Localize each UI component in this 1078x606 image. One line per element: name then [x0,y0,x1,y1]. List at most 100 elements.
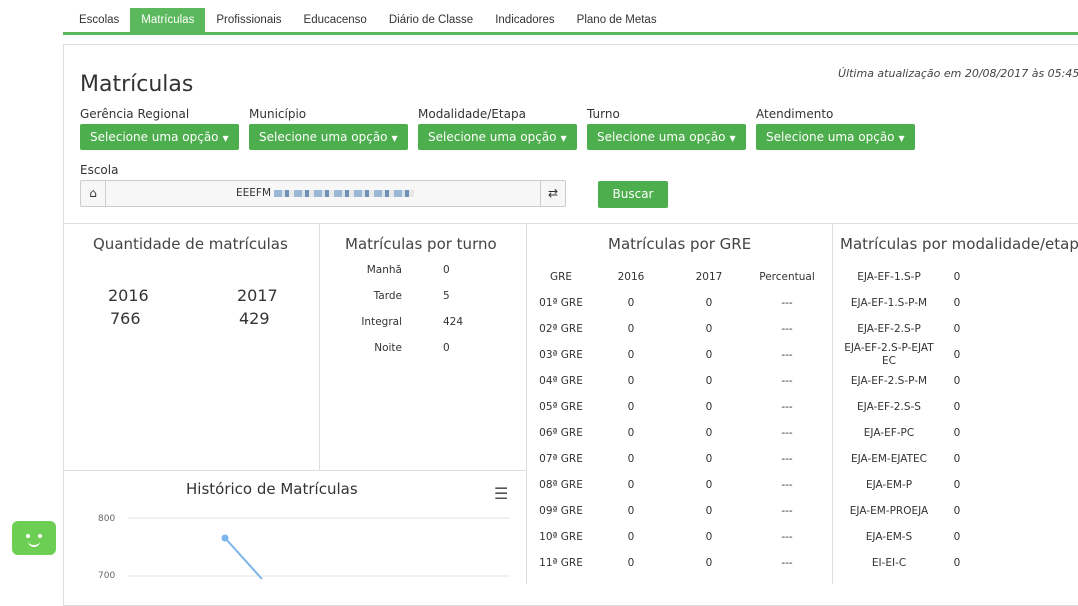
data-point[interactable] [221,534,229,542]
column-header: 2017 [695,271,723,283]
table-cell: 0 [627,453,635,465]
modalidade-name: EJA-EF-2.S-P-M [850,374,928,387]
column-divider [832,224,833,584]
bot-smile [28,539,40,547]
table-cell: 0 [627,297,635,309]
bot-eye [38,534,42,538]
modalidade-value: 0 [953,323,961,335]
table-cell: --- [781,505,793,517]
bot-eye [26,534,30,538]
list-item: EJA-EF-1.S-P 0 [836,264,972,290]
table-cell: --- [781,349,793,361]
list-item: EI-EI-C 0 [836,550,972,576]
list-item: EJA-EM-PROEJA 0 [836,498,972,524]
table-cell: 05ª GRE [539,401,583,413]
modalidade-value: 0 [953,427,961,439]
column-header: 2016 [617,271,645,283]
chat-bot-icon[interactable] [12,521,56,555]
table-cell: 07ª GRE [539,453,583,465]
table-cell: 0 [705,401,713,413]
table-cell: 0 [627,557,635,569]
gre-title: Matrículas por GRE [608,235,752,253]
table-row: 06ª GRE 0 0 --- [530,420,826,446]
table-row: 11ª GRE 0 0 --- [530,550,826,576]
atendimento-dropdown[interactable]: Selecione uma opção ▼ [756,124,915,150]
modalidade-name: EJA-EF-2.S-P-EJATEC [844,342,934,367]
table-cell: 0 [627,479,635,491]
table-cell: 0 [705,453,713,465]
modalidade-name: EJA-EF-PC [863,426,915,439]
caret-down-icon: ▼ [729,134,736,143]
table-cell: 01ª GRE [539,297,583,309]
modalidade-list: EJA-EF-1.S-P 0 EJA-EF-1.S-P-M 0 EJA-EF-2.S-P… [836,264,972,576]
table-row: 09ª GRE 0 0 --- [530,498,826,524]
modalidade-name: EJA-EF-2.S-P [857,322,921,335]
list-item: EJA-EM-EJATEC 0 [836,446,972,472]
table-cell: 0 [627,401,635,413]
caret-down-icon: ▼ [560,134,567,143]
series-line [224,537,263,579]
table-cell: 0 [705,505,713,517]
table-row: 04ª GRE 0 0 --- [530,368,826,394]
tab-plano-de-metas[interactable]: Plano de Metas [566,8,668,32]
modalidade-value: 0 [953,453,961,465]
table-cell: 0 [705,531,713,543]
table-cell: 0 [705,479,713,491]
table-cell: --- [781,531,793,543]
table-row: 02ª GRE 0 0 --- [530,316,826,342]
caret-down-icon: ▼ [898,134,905,143]
modalidade-value: 0 [953,479,961,491]
table-cell: 0 [705,349,713,361]
modalidade-value: 0 [953,271,961,283]
table-cell: --- [781,375,793,387]
table-cell: 0 [705,323,713,335]
list-item: EJA-EF-2.S-P-M 0 [836,368,972,394]
turno-label: Turno [587,107,620,121]
modalidade-value: 0 [953,375,961,387]
modalidade-name: EJA-EM-S [865,530,913,543]
modalidade-value: 0 [953,297,961,309]
modalidade-value: 0 [953,401,961,413]
list-item: EJA-EF-2.S-P-EJATEC 0 [836,342,972,368]
gre-table: GRE 2016 2017 Percentual 01ª GRE 0 0 --- 02ª GRE… [530,264,826,576]
column-divider [526,224,527,584]
modalidade-name: EJA-EM-P [865,478,913,491]
modalidade-value: 0 [953,557,961,569]
table-cell: 0 [627,375,635,387]
table-row: 01ª GRE 0 0 --- [530,290,826,316]
modalidade-value: 0 [953,505,961,517]
table-cell: 09ª GRE [539,505,583,517]
modalidade-name: EJA-EM-PROEJA [849,504,929,517]
list-item: EJA-EF-1.S-P-M 0 [836,290,972,316]
modalidade-value: 0 [953,531,961,543]
table-cell: 10ª GRE [539,531,583,543]
table-cell: --- [781,297,793,309]
table-cell: 02ª GRE [539,323,583,335]
table-cell: 08ª GRE [539,479,583,491]
list-item: EJA-EF-2.S-S 0 [836,394,972,420]
table-row: 03ª GRE 0 0 --- [530,342,826,368]
list-item: EJA-EF-PC 0 [836,420,972,446]
turno-dropdown-value: Selecione uma opção [597,130,726,144]
modalidade-value: 0 [953,349,961,361]
table-cell: 0 [705,427,713,439]
table-cell: 11ª GRE [539,557,583,569]
last-update-text: Última atualização em 20/08/2017 às 05:4… [838,67,1078,80]
table-row: 10ª GRE 0 0 --- [530,524,826,550]
table-cell: 03ª GRE [539,349,583,361]
table-cell: 0 [705,557,713,569]
table-row: 05ª GRE 0 0 --- [530,394,826,420]
table-cell: 0 [627,531,635,543]
table-cell: 0 [627,427,635,439]
buscar-button[interactable]: Buscar [598,181,668,208]
table-cell: --- [781,479,793,491]
turno-dropdown[interactable]: Selecione uma opção ▼ [587,124,746,150]
column-header: Percentual [759,271,815,283]
table-cell: 0 [705,297,713,309]
table-cell: 06ª GRE [539,427,583,439]
list-item: EJA-EF-2.S-P 0 [836,316,972,342]
list-item: EJA-EM-P 0 [836,472,972,498]
swap-icon[interactable]: ⇄ [540,181,565,206]
column-header: GRE [549,271,573,283]
table-cell: 04ª GRE [539,375,583,387]
